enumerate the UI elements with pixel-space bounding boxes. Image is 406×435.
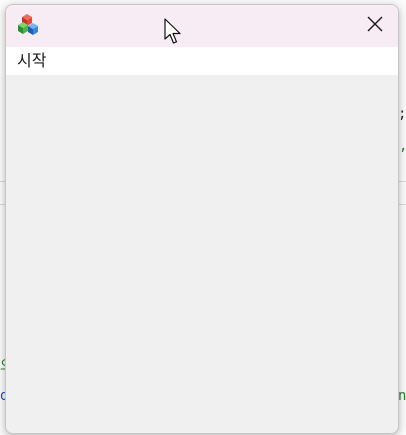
menu-bar: 시작 [6, 47, 398, 75]
menu-item-start[interactable]: 시작 [12, 47, 51, 75]
application-cubes-icon [16, 12, 42, 38]
client-area [6, 75, 398, 433]
background-code-fragment: n [398, 388, 406, 404]
background-code-fragment: , [399, 138, 406, 154]
dialog-window: 시작 [5, 4, 399, 434]
close-icon [367, 16, 383, 36]
title-bar[interactable] [6, 5, 398, 47]
close-button[interactable] [352, 5, 398, 47]
background-code-fragment: ; [398, 106, 406, 122]
